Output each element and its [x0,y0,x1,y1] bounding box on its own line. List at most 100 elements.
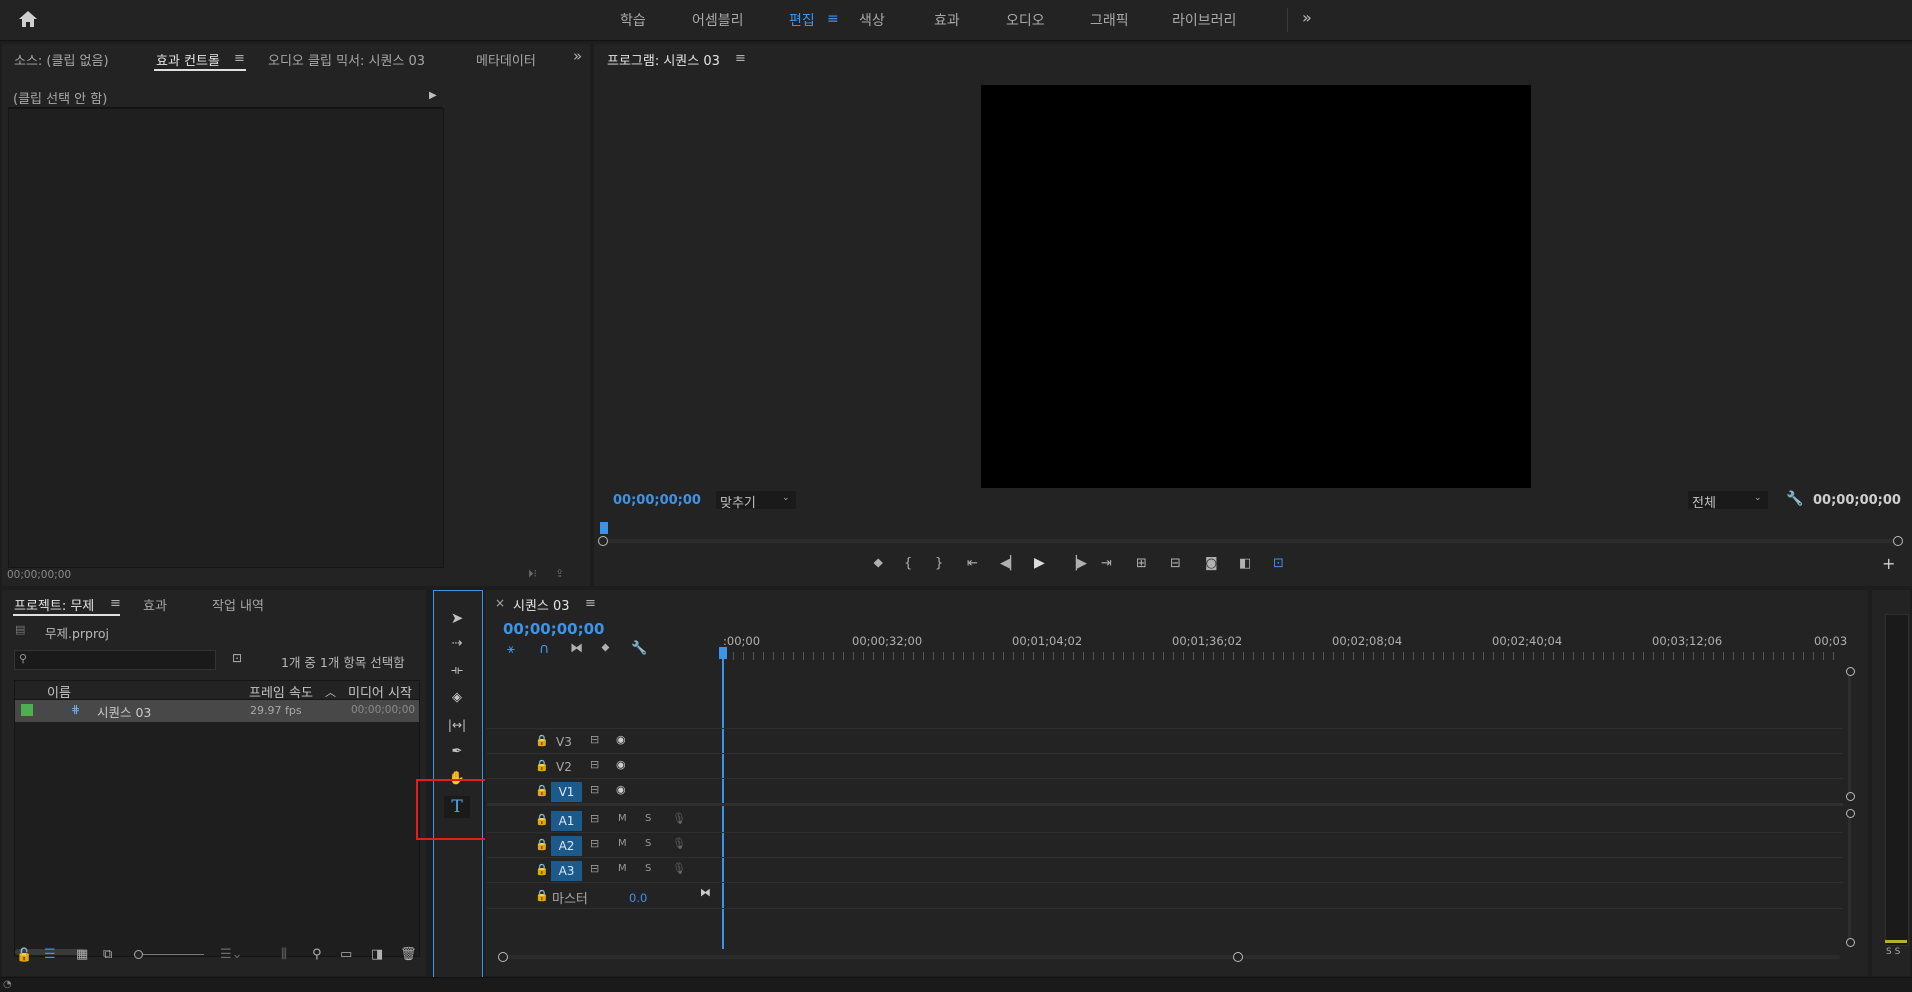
linked-selection-icon[interactable]: ⧓ [570,642,583,655]
audio-scroll-handle-top[interactable] [1846,809,1855,818]
playhead-marker[interactable] [600,522,608,534]
mute-button[interactable]: M [618,838,627,849]
close-icon[interactable]: × [495,596,505,610]
lock-icon[interactable]: 🔒 [535,759,549,772]
mute-button[interactable]: M [618,813,627,824]
workspace-learn[interactable]: 학습 [620,10,646,30]
panel-overflow-icon[interactable]: » [573,49,582,64]
new-item-icon[interactable]: ◨ [371,948,383,961]
panel-menu-icon[interactable]: ≡ [735,52,746,65]
step-back-icon[interactable]: ◀▏ [1000,557,1020,570]
panel-menu-icon[interactable]: ≡ [585,597,596,610]
search-input[interactable]: ⚲ [14,650,216,670]
track-label-a2[interactable]: A2 [551,836,582,856]
workspace-menu-icon[interactable]: ≡ [827,11,839,27]
workspace-libraries[interactable]: 라이브러리 [1172,10,1236,30]
new-bin-icon[interactable]: ▭ [340,948,352,961]
workspace-effects[interactable]: 효과 [934,10,960,30]
program-title[interactable]: 프로그램: 시퀀스 03 [607,50,720,69]
workspace-color[interactable]: 색상 [859,10,885,30]
list-item[interactable]: ⋕ 시퀀스 03 29.97 fps 00;00;00;00 [15,700,419,722]
export-frame-icon[interactable]: ◙ [1205,557,1218,570]
scrubber-bar[interactable] [600,539,1900,543]
playhead-handle[interactable] [719,647,727,659]
quality-dropdown[interactable]: 전체 ⌄ [1688,491,1768,511]
solo-button[interactable]: S [645,838,651,849]
workspace-assembly[interactable]: 어셈블리 [692,10,744,30]
zoom-handle-right[interactable] [1233,952,1243,962]
track-label-v2[interactable]: V2 [556,760,572,774]
filter-icon[interactable]: ⏵⁝ [528,568,537,579]
lock-icon[interactable]: 🔒 [535,838,549,851]
track-select-tool-icon[interactable]: ⇢ [444,633,470,655]
freeform-view-icon[interactable]: ⧉ [103,948,112,961]
play-icon[interactable]: ▶ [1034,556,1045,570]
master-volume-value[interactable]: 0.0 [629,891,647,905]
solo-button[interactable]: S [645,863,651,874]
audio-scrollbar[interactable] [1848,818,1851,938]
go-to-in-icon[interactable]: ⇤ [967,557,978,570]
automate-to-sequence-icon[interactable]: ⫼ [281,948,287,961]
lock-icon[interactable]: 🔒 [535,863,549,876]
pen-tool-icon[interactable]: ✒ [444,741,470,763]
list-view-icon[interactable]: ☰ [44,948,56,961]
scrubber-end-handle[interactable] [1893,536,1903,546]
wrench-icon[interactable]: 🔧 [1786,492,1803,506]
new-bin-from-search-icon[interactable]: ⊡ [232,652,242,664]
lock-icon[interactable]: 🔓 [16,949,32,962]
icon-view-icon[interactable]: ▦ [76,948,88,961]
comparison-view-icon[interactable]: ◧ [1239,557,1251,570]
track-label-a3[interactable]: A3 [551,861,582,881]
mark-out-icon[interactable]: } [935,557,943,570]
microphone-icon[interactable]: 🎙 [672,812,686,825]
workspace-editing[interactable]: 편집 [789,10,815,30]
timeline-timecode[interactable]: 00;00;00;00 [503,620,605,638]
selection-tool-icon[interactable]: ➤ [444,607,470,629]
lock-icon[interactable]: 🔒 [535,784,549,797]
razor-tool-icon[interactable]: ◈ [444,687,470,709]
tab-effect-controls[interactable]: 효과 컨트롤 [156,50,220,69]
sequence-tab[interactable]: 시퀀스 03 [513,595,570,614]
workspace-overflow-icon[interactable]: » [1302,8,1312,27]
ruler-ticks[interactable] [723,652,1840,660]
lift-icon[interactable]: ⊞ [1136,557,1147,570]
step-forward-icon[interactable]: ▕▶ [1067,557,1087,570]
fit-dropdown[interactable]: 맞추기 ⌄ [716,491,796,511]
expand-arrow-icon[interactable]: ▶ [429,90,437,101]
sort-ascending-icon[interactable]: ︿ [325,684,336,700]
panel-menu-icon[interactable]: ≡ [110,597,121,610]
timeline-zoom-scrollbar[interactable] [500,955,1840,959]
button-editor-plus-icon[interactable]: + [1882,556,1895,572]
add-marker-icon[interactable]: ⯁ [601,643,610,654]
panel-menu-icon[interactable]: ≡ [234,52,245,65]
solo-button[interactable]: S [645,813,651,824]
safe-margins-icon[interactable]: ⊡ [1273,557,1284,570]
eye-icon[interactable]: ◉ [616,783,626,796]
slip-tool-icon[interactable]: |↔| [444,714,470,736]
ripple-edit-tool-icon[interactable]: ⟛ [444,660,470,682]
video-audio-divider[interactable] [487,803,1843,806]
workspace-graphics[interactable]: 그래픽 [1090,10,1129,30]
eye-icon[interactable]: ◉ [616,733,626,746]
eye-icon[interactable]: ◉ [616,758,626,771]
zoom-slider[interactable] [134,954,204,955]
go-to-edit-point-icon[interactable]: ⧓ [700,886,711,899]
nest-icon[interactable]: ⚹ [507,643,515,656]
label-color-swatch[interactable] [21,704,33,716]
export-icon[interactable]: ⇪ [555,568,564,579]
mute-button[interactable]: M [618,863,627,874]
microphone-icon[interactable]: 🎙 [672,862,686,875]
tab-audio-clip-mixer[interactable]: 오디오 클립 믹서: 시퀀스 03 [268,50,425,69]
track-label-v3[interactable]: V3 [556,735,572,749]
playhead-line[interactable] [722,647,724,949]
video-scroll-handle-bottom[interactable] [1846,792,1855,801]
trash-icon[interactable]: 🗑 [400,948,417,961]
tab-history[interactable]: 작업 내역 [212,595,264,614]
column-frame-rate[interactable]: 프레임 속도 [249,682,313,701]
track-label-a1[interactable]: A1 [551,811,582,831]
tab-effects[interactable]: 효과 [143,595,167,614]
audio-scroll-handle-bottom[interactable] [1846,938,1855,947]
playhead-timecode[interactable]: 00;00;00;00 [613,493,701,508]
sort-icons-icon[interactable]: ☰⌄ [220,948,243,961]
timeline-settings-wrench-icon[interactable]: 🔧 [631,642,647,655]
